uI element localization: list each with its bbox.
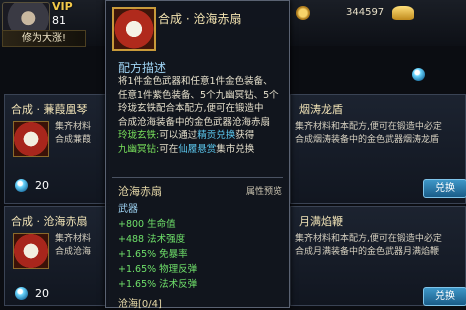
recipe-card-canghai[interactable]: 合成 · 沧海赤扇 集齐材料 合成沧海 20 (4, 206, 110, 306)
recipe-card-yueman[interactable]: 月满焰鞭 集齐材料和本配方,便可在锻造中必定 合成月满装备中的金色武器月满焰鞭 兑… (290, 206, 466, 306)
set-progress: 沧海[0/4] (118, 299, 162, 310)
stat-line: +488 法术强度 (118, 234, 186, 245)
card-title: 烟涛龙盾 (299, 103, 343, 116)
card-title: 合成 · 沧海赤扇 (11, 215, 88, 228)
divider (112, 177, 283, 178)
card-desc: 集齐材料和本配方,便可在锻造中必定 合成烟涛装备中的金色武器烟涛龙盾 (295, 122, 442, 145)
gold-ingot-icon (392, 6, 414, 20)
copper-coin-icon (296, 6, 310, 20)
card-desc: 集齐材料和本配方,便可在锻造中必定 合成月满装备中的金色武器月满焰鞭 (295, 234, 442, 257)
vip-badge: VIP (52, 0, 73, 13)
stat-line: +800 生命值 (118, 219, 176, 230)
crystal-icon (15, 287, 28, 300)
card-title: 月满焰鞭 (299, 215, 343, 228)
stat-line: +1.65% 物理反弹 (118, 264, 198, 275)
recipe-description: 将1件金色武器和任意1件金色装备、 任意1件紫色装备、5个九幽冥钻、5个 玲珑玄… (118, 76, 279, 155)
exchange-button[interactable]: 兑换 (423, 179, 466, 198)
item-tooltip: 合成 · 沧海赤扇 配方描述 将1件金色武器和任意1件金色装备、 任意1件紫色装… (105, 0, 290, 310)
recipe-description-heading: 配方描述 (118, 61, 167, 75)
card-title: 合成 · 蒹葭凰琴 (11, 103, 88, 116)
copper-value: 344597 (346, 7, 385, 18)
item-name: 沧海赤扇 (118, 185, 162, 198)
tip-banner: 修为大涨! (2, 30, 86, 47)
stat-line: +1.65% 免暴率 (118, 249, 188, 260)
cost-count: 20 (35, 179, 49, 192)
stat-line: +1.65% 法术反弹 (118, 279, 198, 290)
tooltip-title: 合成 · 沧海赤扇 (158, 12, 242, 26)
fan-recipe-icon (112, 7, 156, 51)
player-level: 81 (52, 14, 66, 27)
card-desc: 集齐材料 合成沧海 (55, 234, 92, 257)
recipe-card-yantao[interactable]: 烟涛龙盾 集齐材料和本配方,便可在锻造中必定 合成烟涛装备中的金色武器烟涛龙盾 兑… (290, 94, 466, 204)
cost-count: 20 (35, 287, 49, 300)
item-type: 武器 (118, 204, 138, 215)
crystal-icon (15, 179, 28, 192)
recipe-scroll-icon[interactable] (13, 233, 49, 269)
recipe-scroll-icon[interactable] (13, 121, 49, 157)
card-desc: 集齐材料 合成蒹葭 (55, 122, 92, 145)
exchange-button[interactable]: 兑换 (423, 287, 466, 306)
recipe-card-jianjia[interactable]: 合成 · 蒹葭凰琴 集齐材料 合成蒹葭 20 (4, 94, 110, 204)
attribute-preview-label: 属性预览 (246, 187, 283, 197)
crystal-icon (412, 68, 425, 81)
